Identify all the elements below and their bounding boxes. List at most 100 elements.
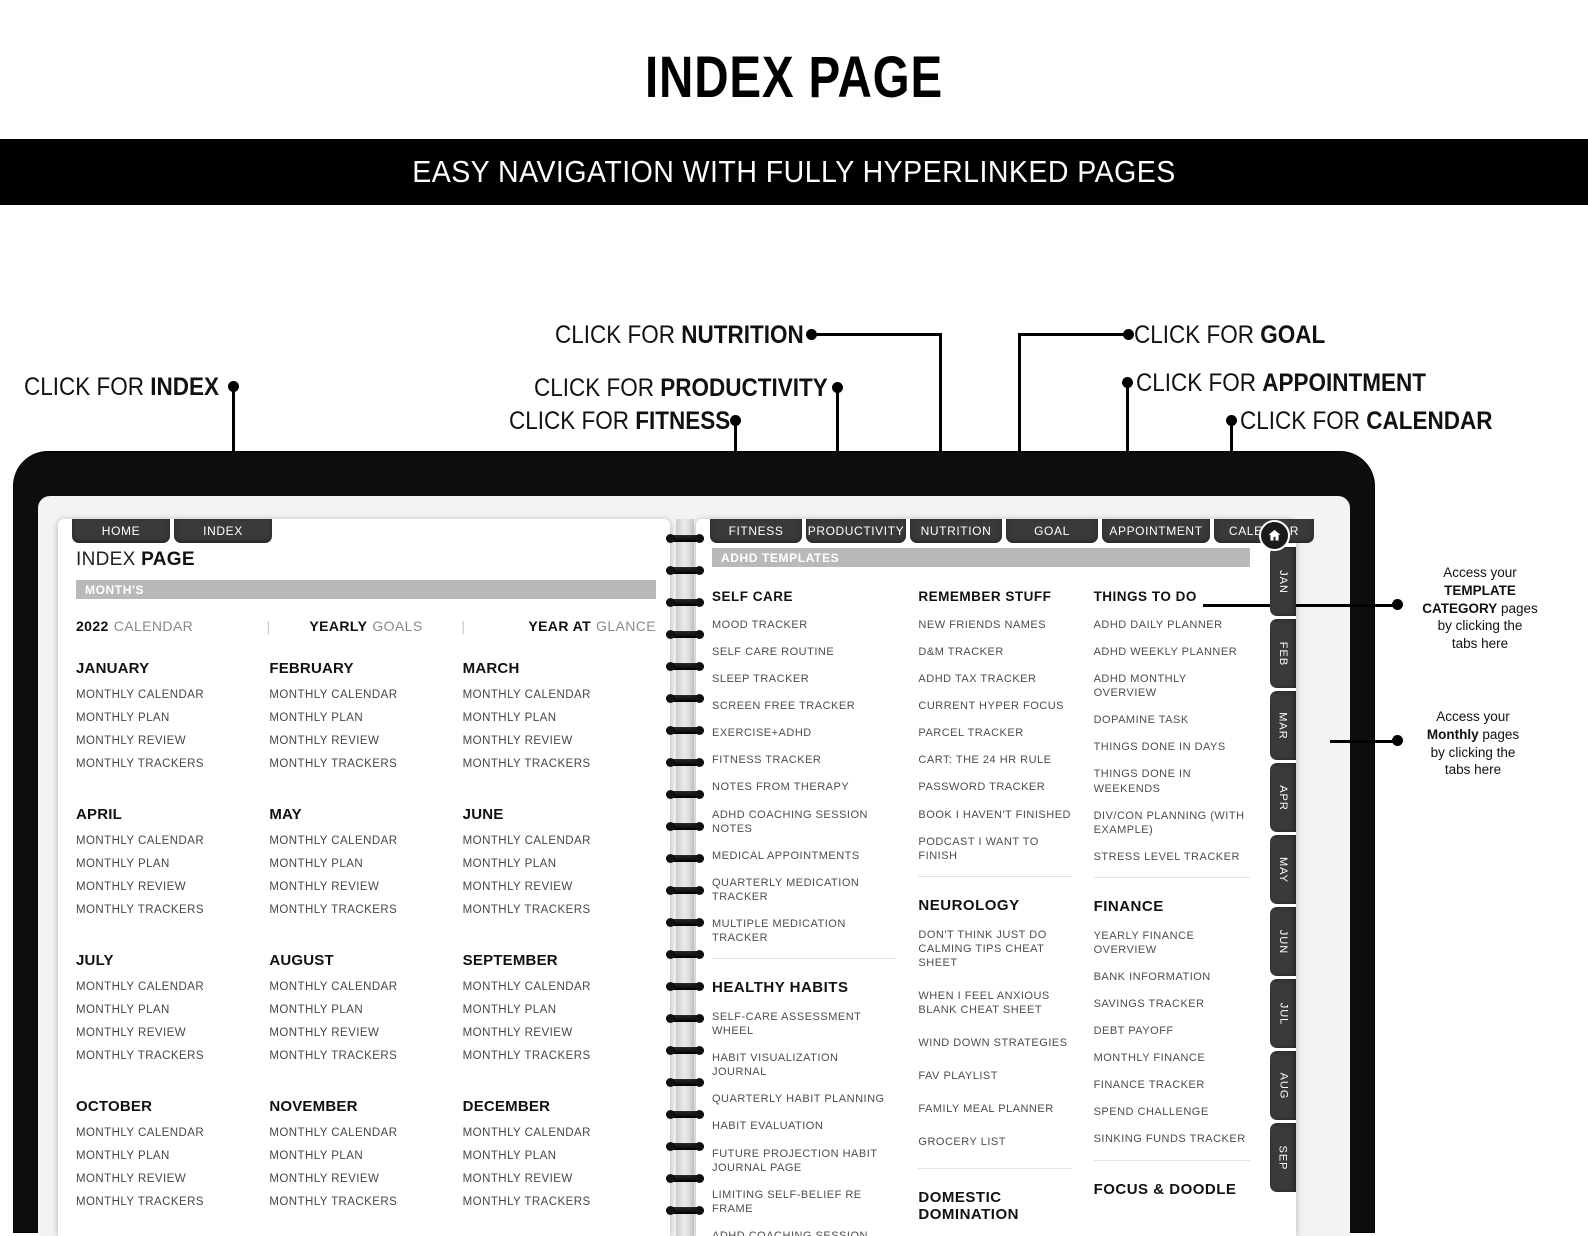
month-link[interactable]: MONTHLY TRACKERS (76, 1050, 269, 1062)
template-link[interactable]: QUARTERLY HABIT PLANNING (712, 1092, 896, 1106)
month-tab-mar[interactable]: MAR (1270, 691, 1296, 760)
template-link[interactable]: ADHD COACHING SESSION NOTES (712, 1229, 896, 1236)
month-tab-jul[interactable]: JUL (1270, 979, 1296, 1048)
month-tab-apr[interactable]: APR (1270, 763, 1296, 832)
template-link[interactable]: YEARLY FINANCE OVERVIEW (1094, 929, 1250, 957)
month-link[interactable]: MONTHLY TRACKERS (269, 1050, 462, 1062)
template-link[interactable]: STRESS LEVEL TRACKER (1094, 850, 1250, 864)
tab-home[interactable]: HOME (72, 519, 170, 543)
template-link[interactable]: PARCEL TRACKER (918, 726, 1071, 740)
month-link[interactable]: MONTHLY CALENDAR (269, 835, 462, 847)
tab-goal[interactable]: GOAL (1006, 519, 1098, 543)
month-tab-feb[interactable]: FEB (1270, 619, 1296, 688)
template-link[interactable]: DOPAMINE TASK (1094, 713, 1250, 727)
month-link[interactable]: MONTHLY REVIEW (463, 881, 656, 893)
month-tab-sep[interactable]: SEP (1270, 1123, 1296, 1192)
month-link[interactable]: MONTHLY REVIEW (269, 735, 462, 747)
template-link[interactable]: FAMILY MEAL PLANNER (918, 1102, 1071, 1116)
month-link[interactable]: MONTHLY PLAN (269, 1004, 462, 1016)
month-link[interactable]: MONTHLY TRACKERS (76, 1196, 269, 1208)
month-link[interactable]: MONTHLY TRACKERS (76, 904, 269, 916)
month-link[interactable]: MONTHLY PLAN (269, 1150, 462, 1162)
tab-index[interactable]: INDEX (174, 519, 272, 543)
template-link[interactable]: SELF-CARE ASSESSMENT WHEEL (712, 1010, 896, 1038)
month-link[interactable]: MONTHLY REVIEW (463, 1173, 656, 1185)
month-link[interactable]: MONTHLY REVIEW (463, 735, 656, 747)
month-link[interactable]: MONTHLY CALENDAR (76, 689, 269, 701)
month-link[interactable]: MONTHLY CALENDAR (269, 689, 462, 701)
template-link[interactable]: MULTIPLE MEDICATION TRACKER (712, 917, 896, 945)
month-link[interactable]: MONTHLY REVIEW (76, 1027, 269, 1039)
month-link[interactable]: MONTHLY CALENDAR (463, 835, 656, 847)
month-link[interactable]: MONTHLY TRACKERS (463, 758, 656, 770)
month-link[interactable]: MONTHLY PLAN (76, 712, 269, 724)
month-tab-jan[interactable]: JAN (1270, 547, 1296, 616)
month-link[interactable]: MONTHLY PLAN (269, 858, 462, 870)
month-link[interactable]: MONTHLY CALENDAR (463, 981, 656, 993)
month-link[interactable]: MONTHLY PLAN (76, 1004, 269, 1016)
template-link[interactable]: NEW FRIENDS NAMES (918, 618, 1071, 632)
month-link[interactable]: MONTHLY REVIEW (269, 1173, 462, 1185)
month-link[interactable]: MONTHLY REVIEW (76, 735, 269, 747)
month-link[interactable]: MONTHLY PLAN (269, 712, 462, 724)
month-link[interactable]: MONTHLY CALENDAR (76, 835, 269, 847)
month-link[interactable]: MONTHLY PLAN (463, 1004, 656, 1016)
template-link[interactable]: ADHD COACHING SESSION NOTES (712, 808, 896, 836)
template-link[interactable]: GROCERY LIST (918, 1135, 1071, 1149)
template-link[interactable]: FUTURE PROJECTION HABIT JOURNAL PAGE (712, 1147, 896, 1175)
tab-fitness[interactable]: FITNESS (710, 519, 802, 543)
month-link[interactable]: MONTHLY PLAN (76, 858, 269, 870)
month-link[interactable]: MONTHLY CALENDAR (269, 1127, 462, 1139)
month-link[interactable]: MONTHLY TRACKERS (463, 1050, 656, 1062)
month-tab-may[interactable]: MAY (1270, 835, 1296, 904)
month-link[interactable]: MONTHLY REVIEW (76, 1173, 269, 1185)
template-link[interactable]: HABIT EVALUATION (712, 1119, 896, 1133)
month-link[interactable]: MONTHLY PLAN (463, 712, 656, 724)
yearly-link[interactable]: YEAR AT GLANCE (465, 618, 656, 634)
month-link[interactable]: MONTHLY PLAN (76, 1150, 269, 1162)
template-link[interactable]: SPEND CHALLENGE (1094, 1105, 1250, 1119)
template-link[interactable]: MOOD TRACKER (712, 618, 896, 632)
template-link[interactable]: DEBT PAYOFF (1094, 1024, 1250, 1038)
month-link[interactable]: MONTHLY CALENDAR (463, 1127, 656, 1139)
month-link[interactable]: MONTHLY REVIEW (269, 881, 462, 893)
yearly-link[interactable]: 2022 CALENDAR (76, 618, 267, 634)
month-link[interactable]: MONTHLY CALENDAR (76, 981, 269, 993)
month-link[interactable]: MONTHLY REVIEW (76, 881, 269, 893)
month-link[interactable]: MONTHLY TRACKERS (269, 1196, 462, 1208)
month-link[interactable]: MONTHLY CALENDAR (269, 981, 462, 993)
template-link[interactable]: DIV/CON PLANNING (WITH EXAMPLE) (1094, 809, 1250, 837)
home-icon[interactable] (1259, 520, 1290, 551)
yearly-link[interactable]: YEARLY GOALS (271, 618, 462, 634)
template-link[interactable]: THINGS DONE IN WEEKENDS (1094, 767, 1250, 795)
tab-nutrition[interactable]: NUTRITION (910, 519, 1002, 543)
month-link[interactable]: MONTHLY TRACKERS (76, 758, 269, 770)
template-link[interactable]: LIMITING SELF-BELIEF RE FRAME (712, 1188, 896, 1216)
template-link[interactable]: FAV PLAYLIST (918, 1069, 1071, 1083)
month-link[interactable]: MONTHLY REVIEW (463, 1027, 656, 1039)
month-tab-aug[interactable]: AUG (1270, 1051, 1296, 1120)
template-link[interactable]: ADHD WEEKLY PLANNER (1094, 645, 1250, 659)
template-link[interactable]: ADHD TAX TRACKER (918, 672, 1071, 686)
month-tab-jun[interactable]: JUN (1270, 907, 1296, 976)
template-link[interactable]: PODCAST I WANT TO FINISH (918, 835, 1071, 863)
template-link[interactable]: EXERCISE+ADHD (712, 726, 896, 740)
month-link[interactable]: MONTHLY PLAN (463, 858, 656, 870)
template-link[interactable]: ADHD DAILY PLANNER (1094, 618, 1250, 632)
template-link[interactable]: CART: THE 24 HR RULE (918, 753, 1071, 767)
template-link[interactable]: BANK INFORMATION (1094, 970, 1250, 984)
month-link[interactable]: MONTHLY TRACKERS (463, 1196, 656, 1208)
tab-appointment[interactable]: APPOINTMENT (1102, 519, 1210, 543)
month-link[interactable]: MONTHLY CALENDAR (76, 1127, 269, 1139)
template-link[interactable]: WIND DOWN STRATEGIES (918, 1036, 1071, 1050)
template-link[interactable]: ADHD MONTHLY OVERVIEW (1094, 672, 1250, 700)
month-link[interactable]: MONTHLY TRACKERS (463, 904, 656, 916)
template-link[interactable]: NOTES FROM THERAPY (712, 780, 896, 794)
template-link[interactable]: SELF CARE ROUTINE (712, 645, 896, 659)
template-link[interactable]: WHEN I FEEL ANXIOUS BLANK CHEAT SHEET (918, 989, 1071, 1017)
template-link[interactable]: THINGS DONE IN DAYS (1094, 740, 1250, 754)
template-link[interactable]: SAVINGS TRACKER (1094, 997, 1250, 1011)
template-link[interactable]: MONTHLY FINANCE (1094, 1051, 1250, 1065)
template-link[interactable]: SCREEN FREE TRACKER (712, 699, 896, 713)
month-link[interactable]: MONTHLY REVIEW (269, 1027, 462, 1039)
